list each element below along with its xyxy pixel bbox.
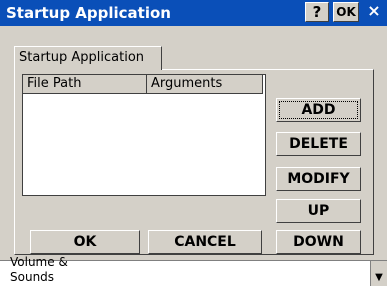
delete-button[interactable]: DELETE: [276, 132, 361, 156]
title-ok-button[interactable]: OK: [333, 2, 359, 22]
list-item-sounds[interactable]: Sounds: [10, 270, 54, 284]
column-header-arguments[interactable]: Arguments: [147, 75, 263, 94]
title-bar: Startup Application ? OK ×: [0, 0, 387, 26]
close-button[interactable]: ×: [364, 2, 384, 22]
tab-startup-application[interactable]: Startup Application: [14, 46, 162, 70]
column-header-file-path[interactable]: File Path: [23, 75, 147, 94]
window-title: Startup Application: [6, 4, 171, 22]
down-button[interactable]: DOWN: [276, 230, 361, 254]
help-button[interactable]: ?: [305, 2, 329, 22]
chevron-down-icon: ▼: [375, 272, 383, 283]
startup-list[interactable]: File Path Arguments: [22, 74, 266, 196]
add-button[interactable]: ADD: [276, 98, 361, 122]
up-button[interactable]: UP: [276, 199, 361, 223]
scroll-down-button[interactable]: ▼: [370, 261, 387, 286]
list-item-partial[interactable]: Volume &: [10, 255, 68, 269]
background-list[interactable]: Volume & Sounds ▼: [0, 255, 387, 286]
modify-button[interactable]: MODIFY: [276, 167, 361, 191]
cancel-button[interactable]: CANCEL: [148, 230, 262, 254]
ok-button[interactable]: OK: [30, 230, 140, 254]
